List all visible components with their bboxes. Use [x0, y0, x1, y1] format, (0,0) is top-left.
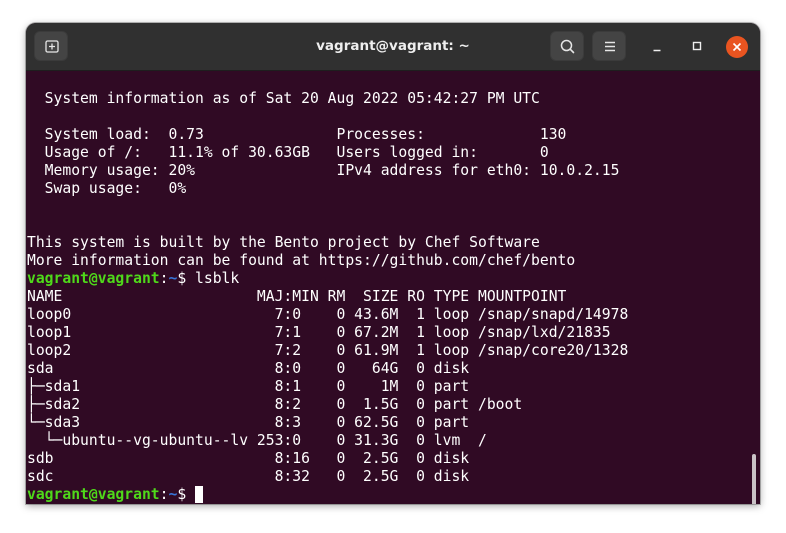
lsblk-header: NAME MAJ:MIN RM SIZE RO TYPE MOUNTPOINT [27, 288, 567, 305]
prompt-symbol: $ [177, 270, 196, 287]
active-prompt-line[interactable]: vagrant@vagrant:~$ [27, 486, 204, 504]
motd-line: More information can be found at https:/… [27, 252, 576, 269]
close-button[interactable] [726, 36, 748, 58]
sysinfo-line: Usage of /: 11.1% of 30.63GB Users logge… [27, 144, 549, 161]
prompt-user-host: vagrant@vagrant [27, 270, 160, 287]
search-button[interactable] [550, 31, 584, 61]
prompt-user-host: vagrant@vagrant [27, 486, 160, 503]
lsblk-row: loop0 7:0 0 43.6M 1 loop /snap/snapd/149… [27, 306, 629, 323]
lsblk-row: loop1 7:1 0 67.2M 1 loop /snap/lxd/21835 [27, 324, 611, 341]
terminal-output-area[interactable]: System information as of Sat 20 Aug 2022… [26, 71, 760, 504]
lsblk-row: └─ubuntu--vg-ubuntu--lv 253:0 0 31.3G 0 … [27, 432, 487, 449]
lsblk-row: loop2 7:2 0 61.9M 1 loop /snap/core20/13… [27, 342, 629, 359]
prompt-symbol: $ [177, 486, 196, 503]
title-bar[interactable]: vagrant@vagrant: ~ [26, 23, 760, 71]
sysinfo-line: System information as of Sat 20 Aug 2022… [27, 90, 540, 107]
lsblk-row: └─sda3 8:3 0 62.5G 0 part [27, 414, 470, 431]
close-icon [732, 42, 742, 52]
lsblk-row: ├─sda1 8:1 0 1M 0 part [27, 378, 470, 395]
lsblk-row: ├─sda2 8:2 0 1.5G 0 part /boot [27, 396, 523, 413]
menu-button[interactable] [592, 31, 626, 61]
sysinfo-line: System load: 0.73 Processes: 130 [27, 126, 567, 143]
prompt-path: ~ [168, 486, 178, 503]
maximize-icon [692, 41, 702, 51]
hamburger-menu-icon [605, 41, 615, 52]
command-prompt-line: vagrant@vagrant:~$ lsblk [27, 270, 239, 288]
prompt-path: ~ [168, 270, 178, 287]
lsblk-row: sdb 8:16 0 2.5G 0 disk [27, 450, 470, 467]
search-icon [560, 39, 575, 54]
lsblk-row: sdc 8:32 0 2.5G 0 disk [27, 468, 470, 485]
scrollbar-thumb[interactable] [752, 454, 756, 504]
terminal-window: vagrant@vagrant: ~ System information as… [26, 23, 760, 504]
sysinfo-line: Memory usage: 20% IPv4 address for eth0:… [27, 162, 620, 179]
lsblk-row: sda 8:0 0 64G 0 disk [27, 360, 470, 377]
minimize-icon [653, 49, 661, 52]
sysinfo-line: Swap usage: 0% [27, 180, 187, 197]
entered-command: lsblk [195, 270, 240, 287]
motd-line: This system is built by the Bento projec… [27, 234, 540, 251]
minimize-button[interactable] [646, 36, 668, 58]
text-cursor [195, 486, 204, 503]
maximize-button[interactable] [686, 36, 708, 58]
